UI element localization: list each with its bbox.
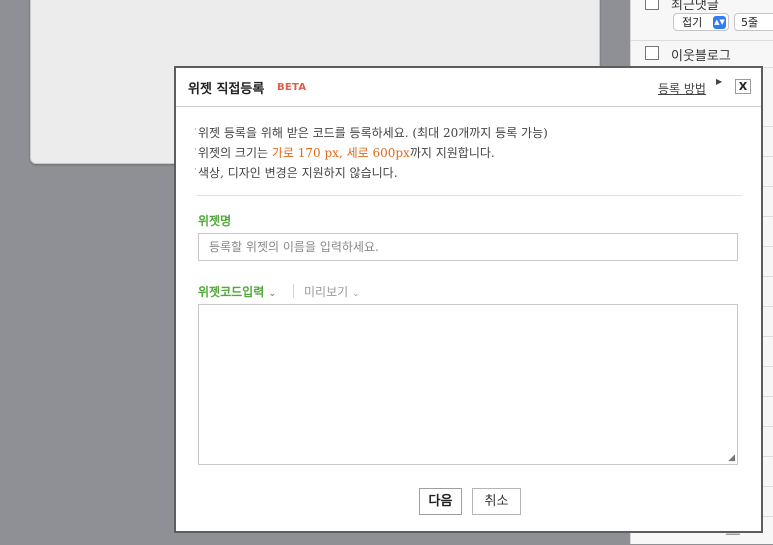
rows-select[interactable]: 5줄	[734, 13, 773, 31]
tab-preview[interactable]: 미리보기 ⌄	[304, 283, 360, 300]
chevron-down-icon: ⌄	[268, 289, 276, 299]
cancel-button[interactable]: 취소	[472, 488, 521, 515]
neighbor-blog-row: 이웃블로그	[631, 40, 773, 68]
widget-name-input[interactable]: 등록할 위젯의 이름을 입력하세요.	[198, 233, 738, 261]
neighbor-blog-checkbox[interactable]	[645, 46, 659, 60]
select-arrows-icon: ▲▼	[713, 16, 726, 29]
neighbor-blog-label: 이웃블로그	[671, 49, 731, 64]
next-button[interactable]: 다음	[419, 488, 462, 515]
bullet-icon: ·	[194, 125, 197, 135]
notice-list: · 위젯 등록을 위해 받은 코드를 등록하세요. (최대 20개까지 등록 가…	[194, 123, 548, 183]
recent-comments-label: 최근댓글	[671, 0, 719, 13]
recent-comments-checkbox[interactable]	[645, 0, 659, 10]
howto-link[interactable]: 등록 방법	[658, 80, 706, 97]
bullet-icon: ·	[194, 165, 197, 175]
widget-register-dialog: 위젯 직접등록 BETA 등록 방법 ▶ X · 위젯 등록을 위해 받은 코드…	[174, 66, 763, 533]
widget-code-textarea[interactable]: ◢	[198, 304, 738, 465]
resize-grip-icon[interactable]: ◢	[728, 453, 735, 463]
close-button[interactable]: X	[735, 79, 751, 94]
dialog-header: 위젯 직접등록 BETA 등록 방법 ▶ X	[176, 68, 761, 107]
recent-comments-row: 최근댓글 접기 ▲▼ 5줄	[631, 0, 773, 41]
divider	[197, 195, 742, 196]
dialog-title: 위젯 직접등록	[188, 82, 265, 97]
notice-item: · 색상, 디자인 변경은 지원하지 않습니다.	[194, 163, 548, 183]
tab-code-input[interactable]: 위젯코드입력 ⌄	[198, 283, 276, 300]
notice-item: · 위젯의 크기는 가로 170 px, 세로 600px까지 지원합니다.	[194, 143, 548, 163]
beta-badge: BETA	[277, 82, 307, 93]
chevron-down-icon: ⌄	[352, 289, 360, 299]
collapse-select[interactable]: 접기 ▲▼	[673, 13, 729, 31]
bullet-icon: ·	[194, 145, 197, 155]
widget-name-label: 위젯명	[198, 214, 232, 228]
notice-item: · 위젯 등록을 위해 받은 코드를 등록하세요. (최대 20개까지 등록 가…	[194, 123, 548, 143]
tab-divider	[293, 284, 294, 298]
arrow-right-icon: ▶	[716, 77, 723, 86]
size-highlight: 가로 170 px, 세로 600px	[271, 146, 410, 160]
